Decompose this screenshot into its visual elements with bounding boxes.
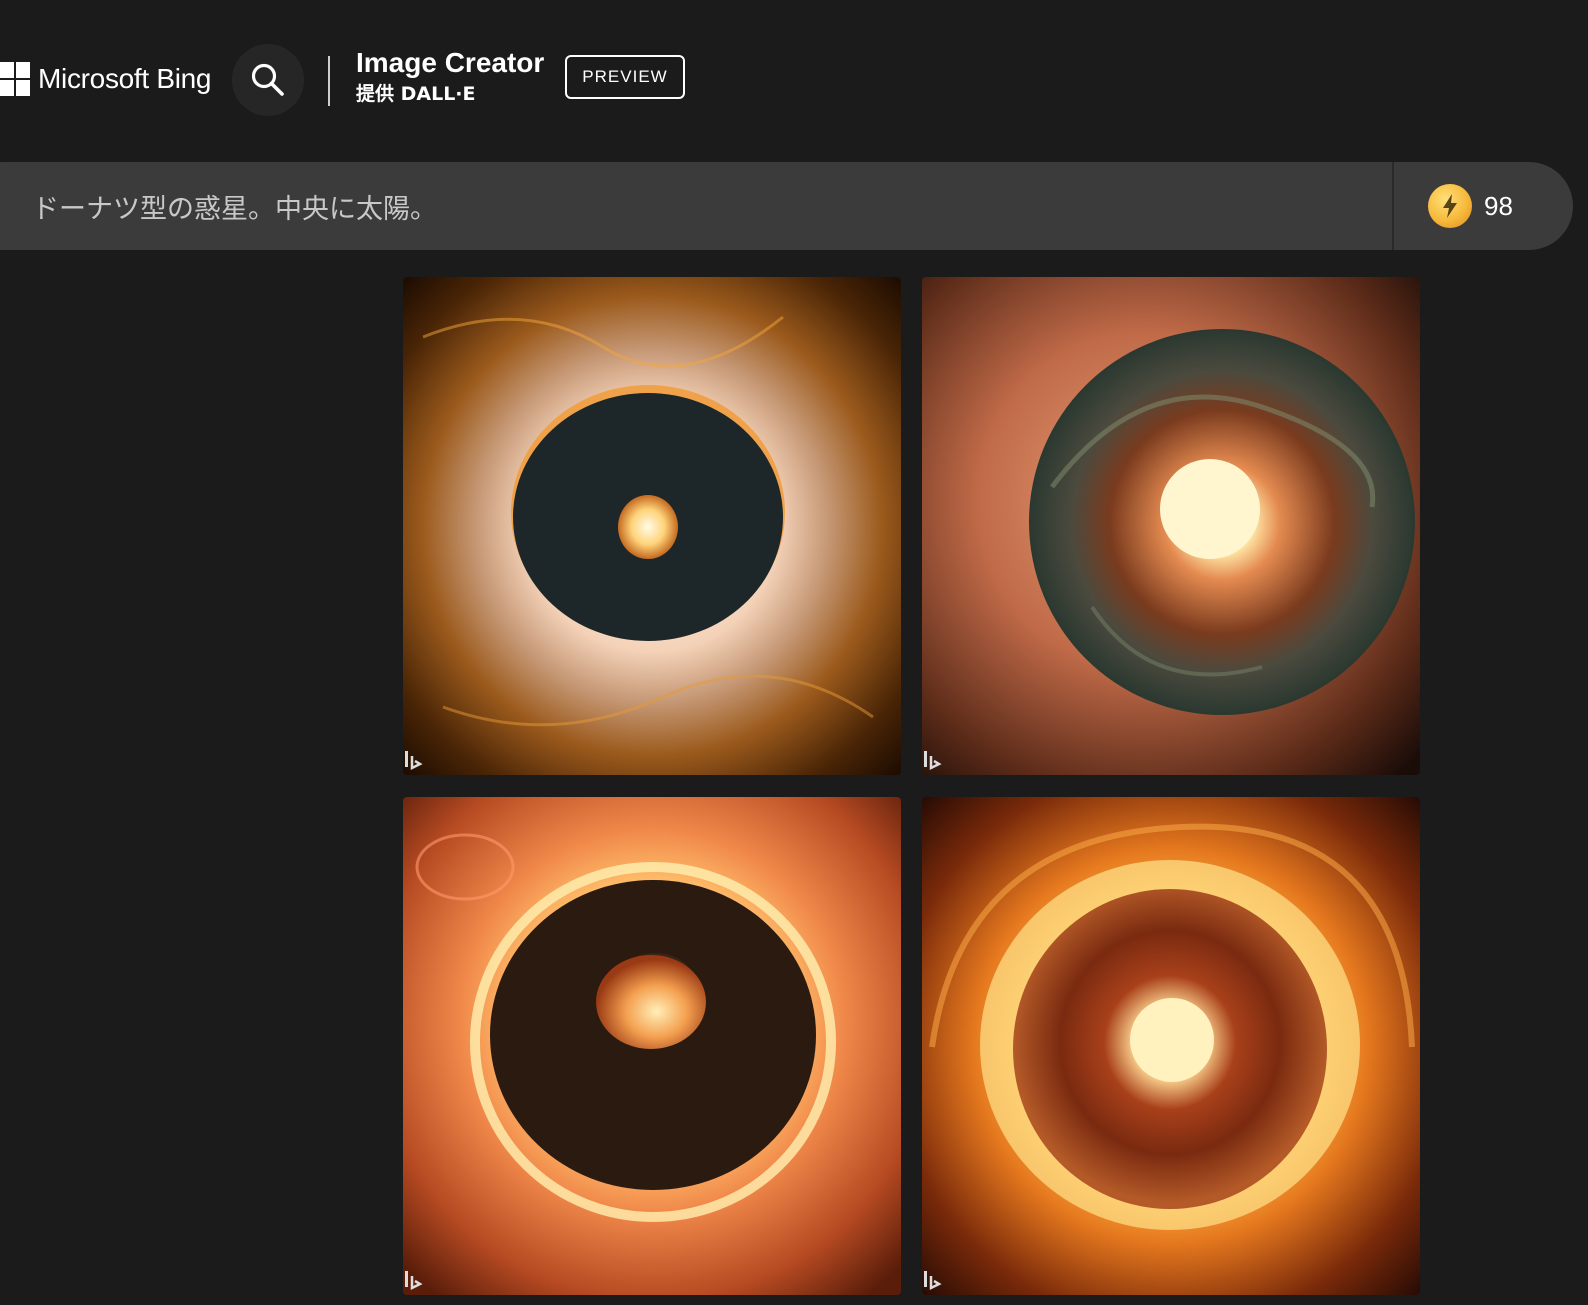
boost-count: 98 [1484,190,1513,221]
bing-watermark-icon [405,1271,423,1291]
generated-image-4[interactable] [922,797,1420,1295]
lightning-coin-icon [1428,184,1472,228]
prompt-bar: 98 [0,162,1573,250]
preview-badge: PREVIEW [565,55,685,99]
search-button[interactable] [232,44,304,116]
brand-name: Microsoft Bing [38,63,212,94]
app-title: Image Creator [356,47,545,78]
generated-image-2[interactable] [922,277,1420,775]
windows-logo-icon [0,62,30,96]
header-divider [328,56,330,106]
microsoft-bing-logo[interactable]: Microsoft Bing [0,62,212,96]
bing-watermark-icon [405,751,423,771]
generated-image-1[interactable] [403,277,901,775]
prompt-separator [1392,162,1394,250]
search-icon [251,63,284,96]
app-subtitle: 提供 DALL·E [356,83,476,105]
boost-counter[interactable]: 98 [1428,182,1513,230]
app-title-block[interactable]: Image Creator 提供 DALL·E [356,46,544,108]
header: Microsoft Bing Image Creator 提供 DALL·E P… [0,0,1588,160]
generated-image-3[interactable] [403,797,901,1295]
bing-watermark-icon [924,1271,942,1291]
prompt-input[interactable] [32,162,1332,250]
bing-watermark-icon [924,751,942,771]
